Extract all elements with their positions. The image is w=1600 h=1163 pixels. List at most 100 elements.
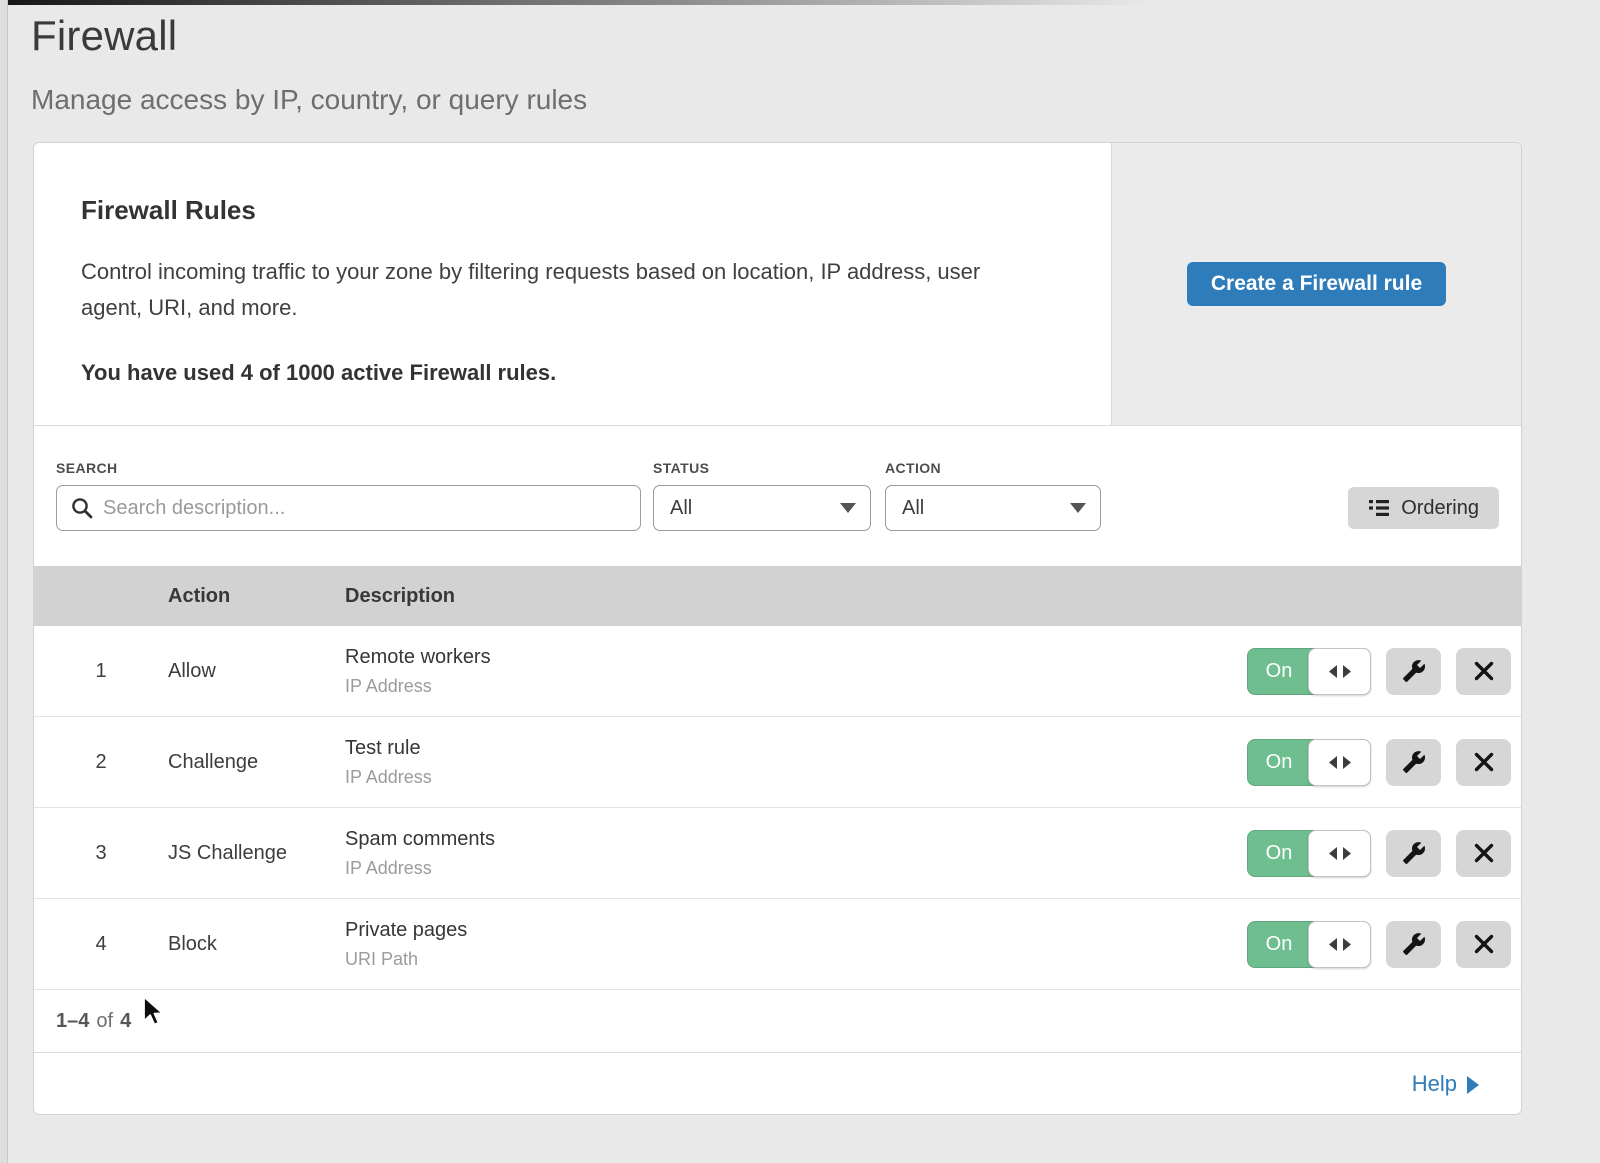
wrench-icon bbox=[1402, 659, 1426, 683]
rule-match-type: IP Address bbox=[345, 676, 1201, 697]
toggle-on-label: On bbox=[1248, 649, 1310, 694]
ordering-button[interactable]: Ordering bbox=[1348, 487, 1499, 529]
action-select[interactable]: All bbox=[885, 485, 1101, 531]
rule-description-cell: Private pages URI Path bbox=[345, 919, 1201, 970]
help-link[interactable]: Help bbox=[1412, 1071, 1479, 1097]
edit-rule-button[interactable] bbox=[1386, 921, 1441, 968]
rule-controls: On bbox=[1201, 739, 1521, 786]
table-row: 3 JS Challenge Spam comments IP Address … bbox=[34, 808, 1521, 899]
filter-bar: SEARCH STATUS All ACTION All bbox=[34, 426, 1521, 566]
rules-heading: Firewall Rules bbox=[81, 195, 1041, 226]
screen-top-edge bbox=[0, 0, 1600, 5]
help-link-label: Help bbox=[1412, 1071, 1457, 1097]
rule-description-cell: Spam comments IP Address bbox=[345, 828, 1201, 879]
x-icon bbox=[1474, 934, 1494, 954]
rule-description: Spam comments bbox=[345, 828, 1201, 851]
ordered-list-icon bbox=[1368, 498, 1390, 518]
table-row: 1 Allow Remote workers IP Address On bbox=[34, 626, 1521, 717]
search-filter-group: SEARCH bbox=[56, 460, 641, 531]
rules-intro: Firewall Rules Control incoming traffic … bbox=[34, 143, 1111, 425]
x-icon bbox=[1474, 843, 1494, 863]
delete-rule-button[interactable] bbox=[1456, 921, 1511, 968]
rule-action: JS Challenge bbox=[168, 842, 345, 865]
left-right-arrows-icon[interactable] bbox=[1308, 739, 1371, 786]
action-selected-value: All bbox=[902, 497, 924, 520]
rule-description: Test rule bbox=[345, 737, 1201, 760]
rule-match-type: IP Address bbox=[345, 858, 1201, 879]
search-label: SEARCH bbox=[56, 460, 641, 476]
pagination-summary: 1–4 of 4 bbox=[34, 990, 1521, 1052]
right-triangle-icon bbox=[1467, 1076, 1479, 1094]
rule-action: Allow bbox=[168, 660, 345, 683]
action-filter-group: ACTION All bbox=[885, 460, 1101, 531]
search-icon bbox=[71, 497, 93, 519]
table-header: Action Description bbox=[34, 566, 1521, 626]
rule-match-type: URI Path bbox=[345, 949, 1201, 970]
rule-number: 4 bbox=[34, 933, 168, 956]
wrench-icon bbox=[1402, 750, 1426, 774]
rule-action: Block bbox=[168, 933, 345, 956]
chevron-down-icon bbox=[840, 503, 856, 513]
status-filter-group: STATUS All bbox=[653, 460, 871, 531]
chevron-down-icon bbox=[1070, 503, 1086, 513]
wrench-icon bbox=[1402, 932, 1426, 956]
toggle-on-label: On bbox=[1248, 831, 1310, 876]
table-row: 2 Challenge Test rule IP Address On bbox=[34, 717, 1521, 808]
create-rule-area: Create a Firewall rule bbox=[1111, 143, 1521, 425]
x-icon bbox=[1474, 752, 1494, 772]
rules-usage-count: You have used 4 of 1000 active Firewall … bbox=[81, 360, 1041, 386]
rule-enabled-toggle[interactable]: On bbox=[1247, 648, 1371, 695]
page-title: Firewall bbox=[31, 12, 1600, 60]
table-row: 4 Block Private pages URI Path On bbox=[34, 899, 1521, 990]
status-selected-value: All bbox=[670, 497, 692, 520]
edit-rule-button[interactable] bbox=[1386, 830, 1441, 877]
rule-controls: On bbox=[1201, 648, 1521, 695]
screen-left-edge bbox=[0, 0, 8, 1163]
rule-description-cell: Test rule IP Address bbox=[345, 737, 1201, 788]
rule-description: Remote workers bbox=[345, 646, 1201, 669]
left-right-arrows-icon[interactable] bbox=[1308, 921, 1371, 968]
rule-controls: On bbox=[1201, 830, 1521, 877]
delete-rule-button[interactable] bbox=[1456, 830, 1511, 877]
page-header: Firewall Manage access by IP, country, o… bbox=[0, 0, 1600, 116]
rule-action: Challenge bbox=[168, 751, 345, 774]
rule-enabled-toggle[interactable]: On bbox=[1247, 921, 1371, 968]
rule-description: Private pages bbox=[345, 919, 1201, 942]
x-icon bbox=[1474, 661, 1494, 681]
rule-number: 1 bbox=[34, 660, 168, 683]
rule-enabled-toggle[interactable]: On bbox=[1247, 739, 1371, 786]
edit-rule-button[interactable] bbox=[1386, 739, 1441, 786]
rule-description-cell: Remote workers IP Address bbox=[345, 646, 1201, 697]
table-body: 1 Allow Remote workers IP Address On bbox=[34, 626, 1521, 990]
search-field-wrap bbox=[56, 485, 641, 531]
rule-enabled-toggle[interactable]: On bbox=[1247, 830, 1371, 877]
firewall-rules-panel: Firewall Rules Control incoming traffic … bbox=[33, 142, 1522, 1115]
left-right-arrows-icon[interactable] bbox=[1308, 648, 1371, 695]
rules-description: Control incoming traffic to your zone by… bbox=[81, 254, 1041, 326]
toggle-on-label: On bbox=[1248, 922, 1310, 967]
result-range: 1–4 bbox=[56, 1010, 89, 1033]
rules-summary-section: Firewall Rules Control incoming traffic … bbox=[34, 143, 1521, 426]
rule-match-type: IP Address bbox=[345, 767, 1201, 788]
delete-rule-button[interactable] bbox=[1456, 648, 1511, 695]
action-label: ACTION bbox=[885, 460, 1101, 476]
toggle-on-label: On bbox=[1248, 740, 1310, 785]
status-label: STATUS bbox=[653, 460, 871, 476]
wrench-icon bbox=[1402, 841, 1426, 865]
left-right-arrows-icon[interactable] bbox=[1308, 830, 1371, 877]
rule-number: 3 bbox=[34, 842, 168, 865]
edit-rule-button[interactable] bbox=[1386, 648, 1441, 695]
result-total: 4 bbox=[120, 1010, 131, 1033]
rule-controls: On bbox=[1201, 921, 1521, 968]
ordering-button-label: Ordering bbox=[1401, 497, 1479, 520]
page-subtitle: Manage access by IP, country, or query r… bbox=[31, 84, 1600, 116]
delete-rule-button[interactable] bbox=[1456, 739, 1511, 786]
create-firewall-rule-button[interactable]: Create a Firewall rule bbox=[1187, 262, 1446, 306]
column-header-description: Description bbox=[345, 585, 1201, 608]
column-header-action: Action bbox=[168, 585, 345, 608]
help-row: Help bbox=[34, 1052, 1521, 1114]
status-select[interactable]: All bbox=[653, 485, 871, 531]
search-input[interactable] bbox=[56, 485, 641, 531]
rule-number: 2 bbox=[34, 751, 168, 774]
result-of: of bbox=[96, 1010, 113, 1033]
